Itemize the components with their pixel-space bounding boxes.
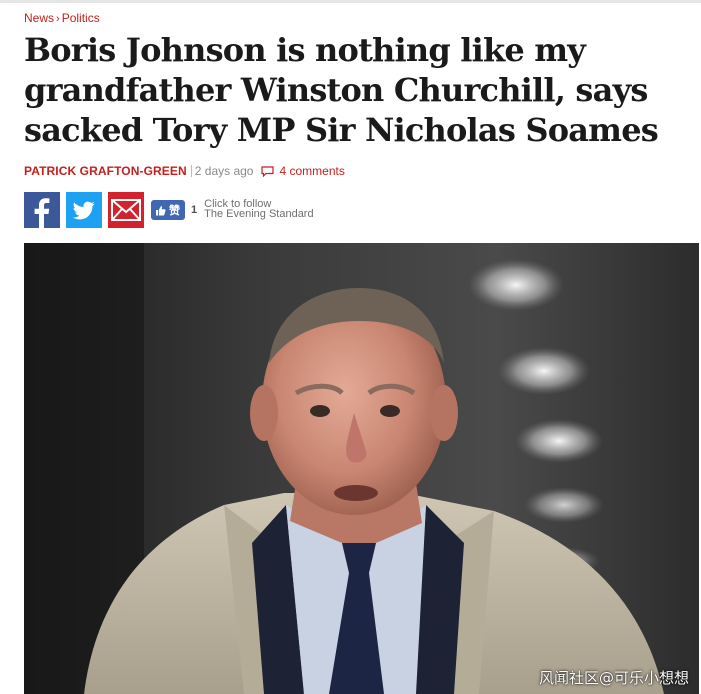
email-share-button[interactable] xyxy=(108,192,144,228)
comments-count: 4 comments xyxy=(279,164,345,178)
like-count: 1 xyxy=(191,204,198,216)
follow-line-2: The Evening Standard xyxy=(204,208,314,220)
comment-icon xyxy=(261,165,275,177)
breadcrumb: News › Politics xyxy=(24,11,100,25)
share-bar: 赞 1 Click to follow The Evening Standard xyxy=(24,192,314,228)
breadcrumb-separator: › xyxy=(56,13,60,25)
window-top-border xyxy=(0,0,701,3)
watermark-text: 风闻社区@可乐小想想 xyxy=(538,669,689,687)
twitter-share-button[interactable] xyxy=(66,192,102,228)
twitter-icon xyxy=(72,201,95,220)
article-photo: 风闻社区@可乐小想想 xyxy=(24,243,699,694)
publish-time: 2 days ago xyxy=(194,164,254,178)
mail-icon xyxy=(111,199,141,221)
like-label: 赞 xyxy=(169,205,180,217)
byline: PATRICK GRAFTON-GREEN 2 days ago 4 comme… xyxy=(24,164,345,178)
like-button[interactable]: 赞 xyxy=(151,200,185,220)
facebook-icon xyxy=(34,198,50,228)
article-headline: Boris Johnson is nothing like my grandfa… xyxy=(24,30,674,150)
breadcrumb-politics-link[interactable]: Politics xyxy=(62,11,100,25)
headline-line-2: grandfather Winston Churchill, says xyxy=(24,71,648,109)
follow-link[interactable]: Click to follow The Evening Standard xyxy=(204,199,314,220)
comments-link[interactable]: 4 comments xyxy=(261,164,345,178)
author-link[interactable]: PATRICK GRAFTON-GREEN xyxy=(24,164,187,178)
breadcrumb-news-link[interactable]: News xyxy=(24,11,54,25)
facebook-share-button[interactable] xyxy=(24,192,60,228)
headline-line-3: sacked Tory MP Sir Nicholas Soames xyxy=(24,111,659,149)
byline-divider xyxy=(190,165,192,177)
headline-line-1: Boris Johnson is nothing like my xyxy=(24,31,586,69)
portrait-photo-illustration xyxy=(24,243,699,694)
thumbs-up-icon xyxy=(156,205,166,215)
